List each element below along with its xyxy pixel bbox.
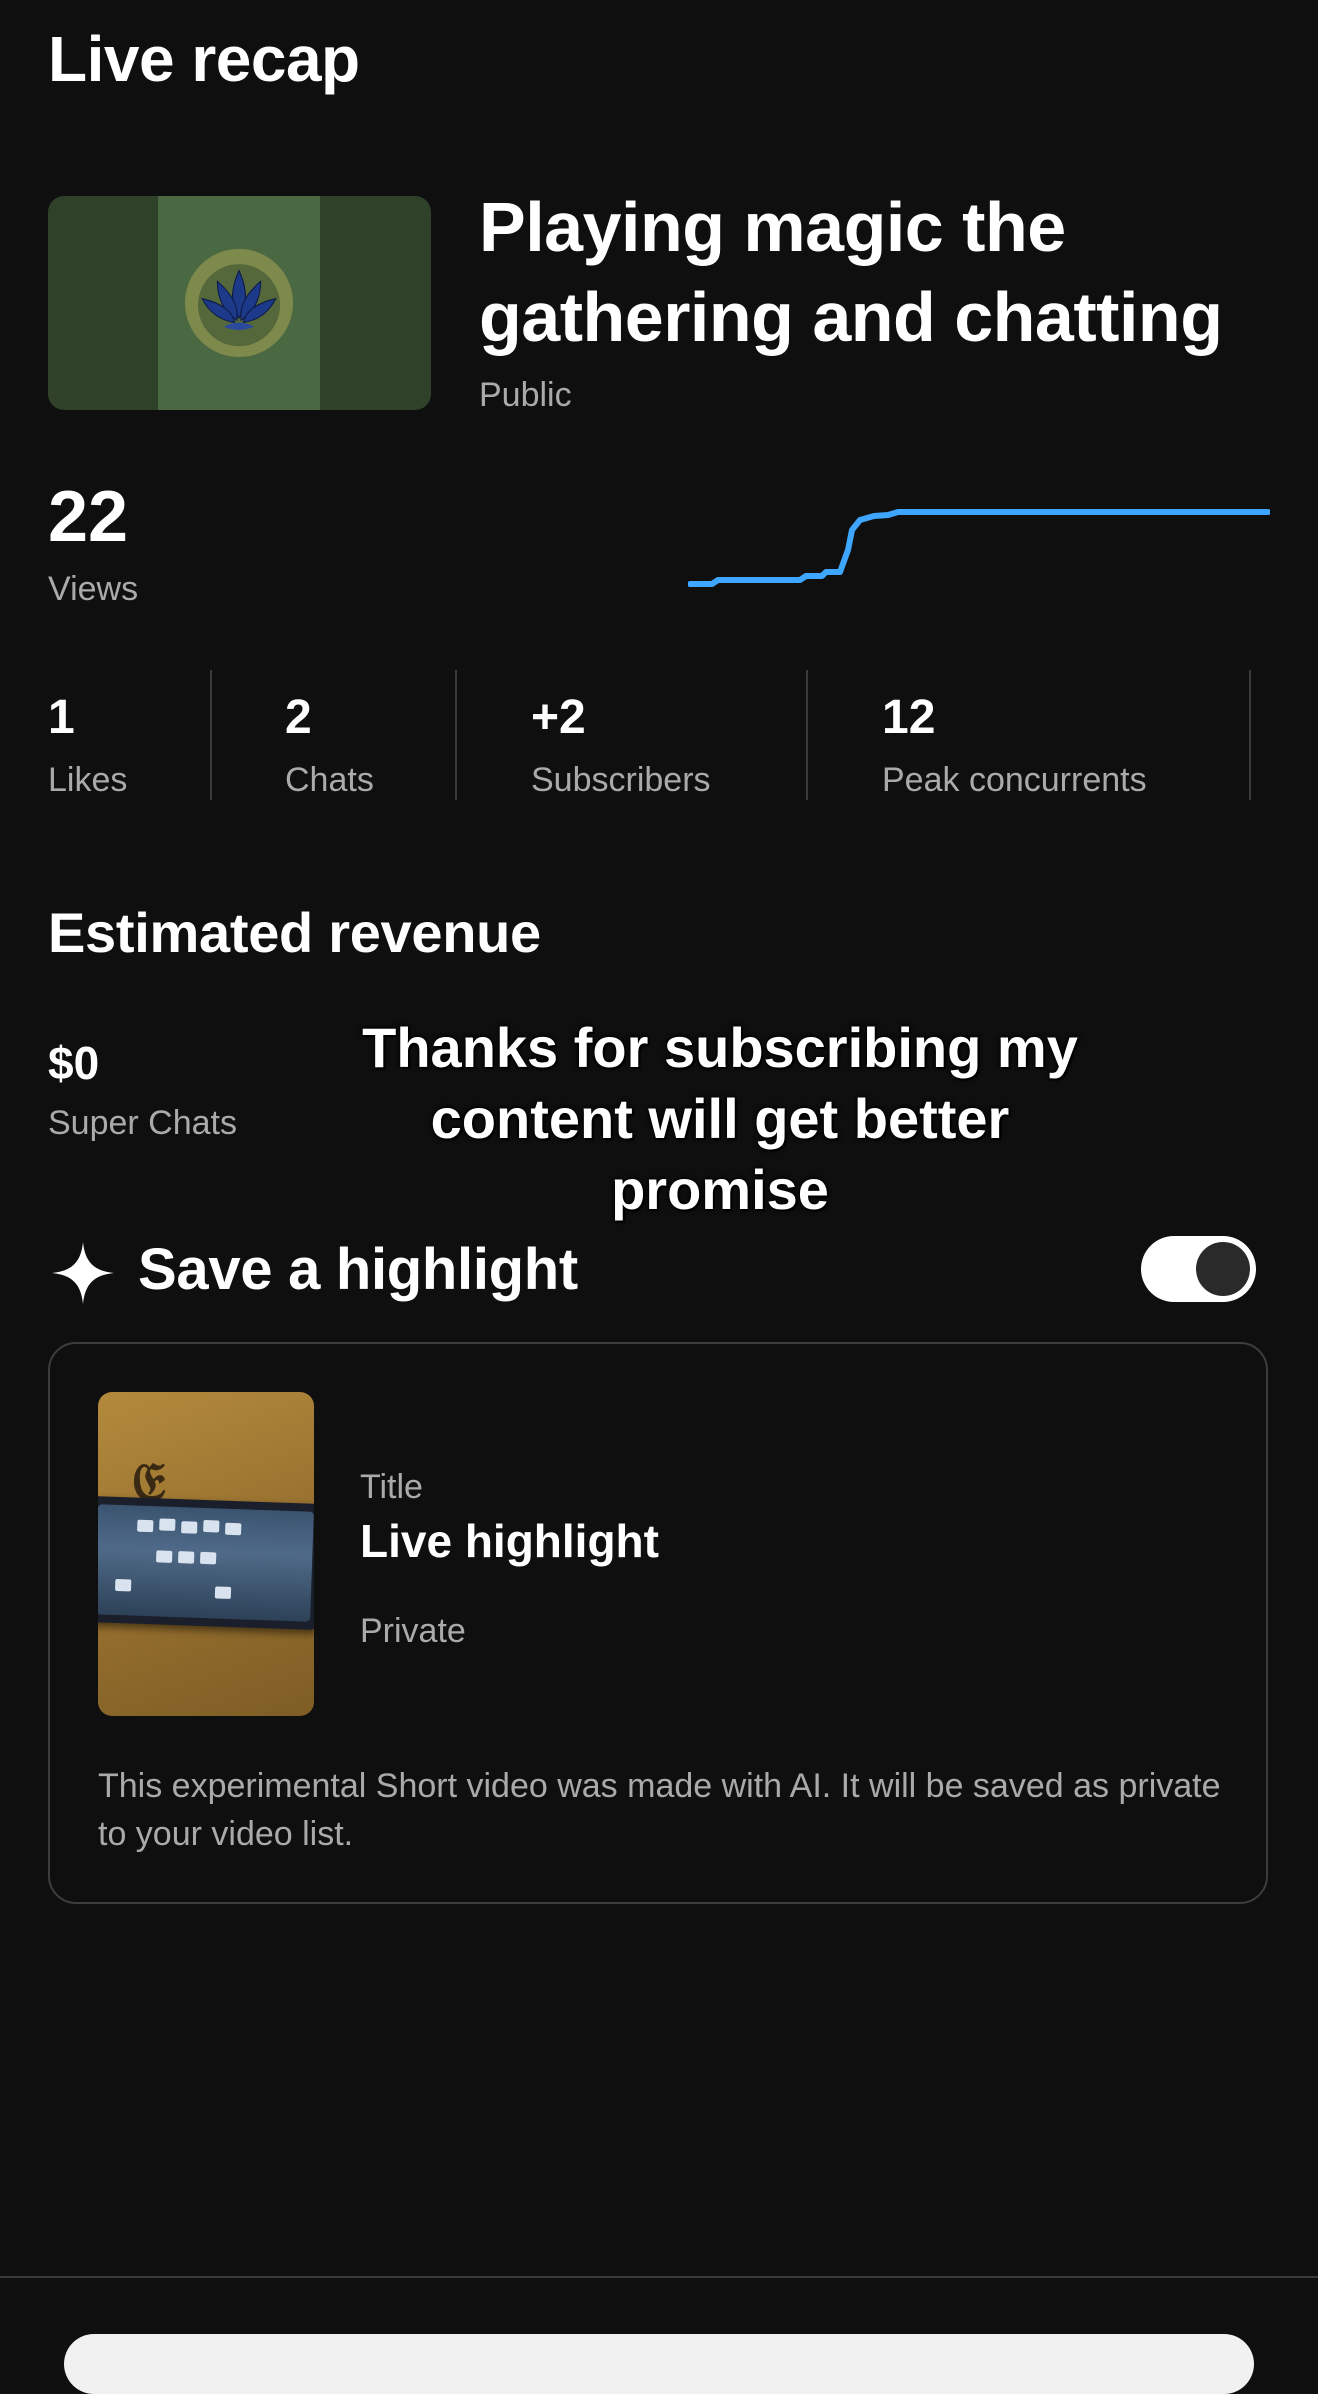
highlight-note: This experimental Short video was made w… (98, 1767, 1221, 1853)
stat-chats-value: 2 (285, 691, 312, 744)
revenue-label: Super Chats (48, 1104, 237, 1142)
highlight-title-label: Title (360, 1468, 423, 1506)
sparkle-icon (52, 1242, 114, 1304)
card-icon (114, 1578, 132, 1592)
lotus-avatar-image (185, 249, 293, 357)
card-icon (224, 1522, 242, 1536)
highlight-title-value[interactable]: Live highlight (360, 1514, 659, 1568)
stat-chats: 2 Chats (285, 690, 374, 800)
overlay-caption: Thanks for subscribing my content will g… (362, 1016, 1078, 1221)
views-count: 22 (48, 477, 129, 557)
card-icon (177, 1551, 195, 1564)
stat-peak-concurrents: 12 Peak concurrents (882, 690, 1147, 800)
card-icon (214, 1586, 232, 1599)
stat-likes-label: Likes (48, 761, 128, 799)
stat-likes: 1 Likes (48, 690, 127, 800)
stream-visibility: Public (479, 376, 572, 414)
bottom-divider (0, 2276, 1318, 2278)
stat-divider (1249, 670, 1251, 800)
stream-thumbnail[interactable] (48, 196, 431, 410)
revenue-value: $0 (48, 1037, 100, 1089)
views-sparkline (688, 509, 1270, 587)
card-icon (181, 1521, 198, 1534)
stat-subscribers-value: +2 (531, 691, 586, 744)
page-title: Live recap (48, 23, 360, 95)
card-icon (203, 1519, 220, 1533)
card-icon (155, 1550, 173, 1563)
phone-screen (98, 1504, 314, 1622)
card-icon (199, 1551, 217, 1565)
stat-divider (806, 670, 808, 800)
highlight-thumbnail[interactable]: 𝔈 (98, 1392, 314, 1716)
toggle-knob (1196, 1242, 1250, 1296)
bottom-action-button[interactable] (64, 2334, 1254, 2394)
highlight-privacy: Private (360, 1612, 466, 1650)
card-icon (159, 1518, 176, 1531)
stat-subscribers: +2 Subscribers (531, 690, 711, 800)
revenue-section-title: Estimated revenue (48, 901, 541, 964)
stream-title: Playing magic the gathering and chatting (479, 188, 1223, 356)
stat-peak-value: 12 (882, 691, 936, 744)
stat-divider (210, 670, 212, 800)
stat-divider (455, 670, 457, 800)
stat-subscribers-label: Subscribers (531, 761, 711, 799)
phone-image (98, 1495, 314, 1631)
highlight-section-title: Save a highlight (138, 1237, 578, 1302)
card-icon (137, 1519, 154, 1533)
views-label: Views (48, 570, 139, 608)
stat-likes-value: 1 (48, 691, 75, 744)
stat-peak-label: Peak concurrents (882, 761, 1147, 799)
highlight-toggle[interactable] (1141, 1236, 1256, 1302)
stat-chats-label: Chats (285, 761, 374, 799)
